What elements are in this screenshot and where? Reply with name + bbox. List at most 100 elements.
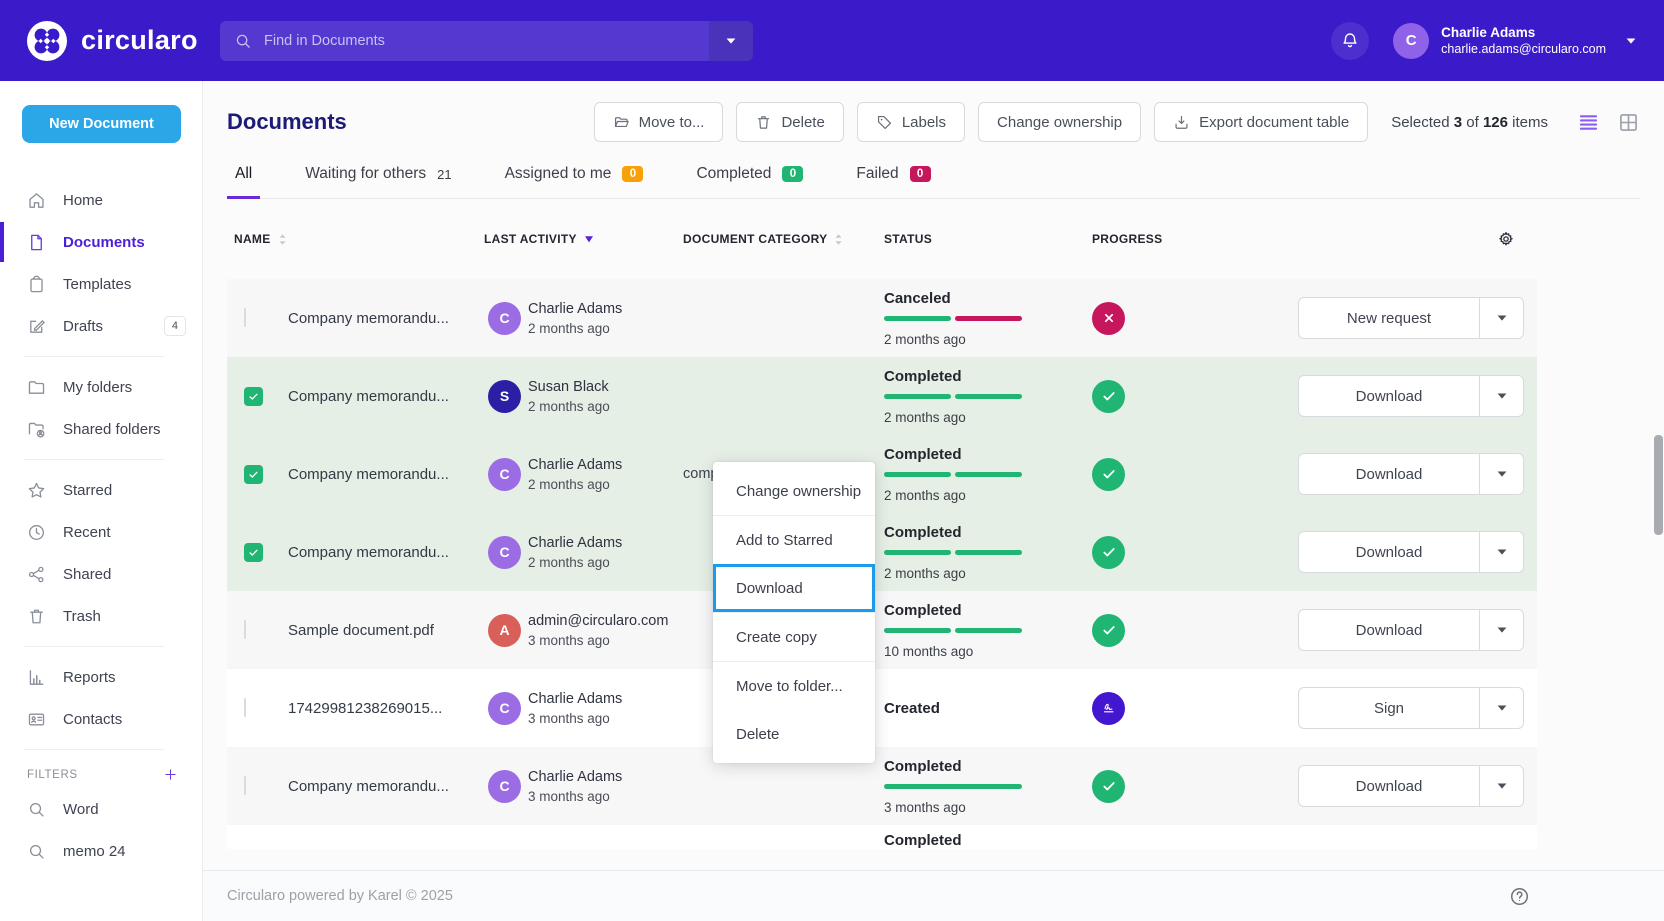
sidebar-item-trash[interactable]: Trash xyxy=(0,595,202,637)
sidebar-item-reports[interactable]: Reports xyxy=(0,656,202,698)
vertical-scrollbar[interactable] xyxy=(1654,435,1663,535)
sidebar-item-starred[interactable]: Starred xyxy=(0,469,202,511)
global-search[interactable] xyxy=(220,21,753,61)
menu-item-move-to-folder[interactable]: Move to folder... xyxy=(713,662,875,710)
column-header-document-category[interactable]: DOCUMENT CATEGORY xyxy=(683,232,884,246)
tab-failed[interactable]: Failed0 xyxy=(848,157,938,198)
sort-icon xyxy=(834,233,843,246)
sidebar-item-templates[interactable]: Templates xyxy=(0,263,202,305)
new-document-button[interactable]: New Document xyxy=(22,105,181,143)
column-header-last-activity[interactable]: LAST ACTIVITY xyxy=(484,232,683,246)
action-label[interactable]: New request xyxy=(1299,298,1480,338)
sidebar-item-recent[interactable]: Recent xyxy=(0,511,202,553)
sidebar-item-shared-folders[interactable]: Shared folders xyxy=(0,408,202,450)
action-label[interactable]: Download xyxy=(1299,376,1480,416)
tab-waiting-for-others[interactable]: Waiting for others21 xyxy=(297,157,459,198)
action-dropdown-caret[interactable] xyxy=(1480,454,1523,494)
row-action-button[interactable]: Download xyxy=(1298,765,1524,807)
grid-view-icon[interactable] xyxy=(1617,111,1640,134)
menu-item-add-to-starred[interactable]: Add to Starred xyxy=(713,516,875,564)
table-row[interactable]: Sample document.pdfAadmin@circularo.com3… xyxy=(227,591,1537,669)
table-row[interactable]: Company memorandu...CCharlie Adams2 mont… xyxy=(227,279,1537,357)
column-label: STATUS xyxy=(884,232,932,246)
owner-name: Charlie Adams xyxy=(528,535,683,551)
row-checkbox[interactable] xyxy=(244,465,263,484)
page-footer: Circularo powered by Karel © 2025 xyxy=(203,870,1664,921)
row-checkbox[interactable] xyxy=(244,776,246,795)
row-action-button[interactable]: Download xyxy=(1298,531,1524,573)
menu-item-download[interactable]: Download xyxy=(713,564,875,612)
action-label[interactable]: Download xyxy=(1299,532,1480,572)
action-dropdown-caret[interactable] xyxy=(1480,376,1523,416)
row-action-button[interactable]: Download xyxy=(1298,375,1524,417)
avatar: C xyxy=(488,770,521,803)
action-cell: Download xyxy=(1298,375,1537,417)
table-row[interactable]: Company memorandu...SSusan Black2 months… xyxy=(227,357,1537,435)
action-label[interactable]: Download xyxy=(1299,454,1480,494)
export-table-button[interactable]: Export document table xyxy=(1154,102,1368,142)
sidebar-filter-memo-24[interactable]: memo 24 xyxy=(0,830,202,872)
change-ownership-button[interactable]: Change ownership xyxy=(978,102,1141,142)
sidebar-item-home[interactable]: Home xyxy=(0,179,202,221)
move-to-button[interactable]: Move to... xyxy=(594,102,724,142)
row-checkbox[interactable] xyxy=(244,308,246,327)
table-row[interactable]: Company memorandu...CCharlie Adams2 mont… xyxy=(227,513,1537,591)
menu-item-change-ownership[interactable]: Change ownership xyxy=(713,467,875,515)
sidebar-filter-word[interactable]: Word xyxy=(0,788,202,830)
done-status-icon xyxy=(1092,458,1125,491)
table-row[interactable]: 17429981238269015...CCharlie Adams3 mont… xyxy=(227,669,1537,747)
menu-item-delete[interactable]: Delete xyxy=(713,710,875,758)
table-row[interactable]: Company memorandu...CCharlie Adams2 mont… xyxy=(227,435,1537,513)
row-checkbox[interactable] xyxy=(244,620,246,639)
row-action-button[interactable]: Download xyxy=(1298,609,1524,651)
row-action-button[interactable]: New request xyxy=(1298,297,1524,339)
menu-item-create-copy[interactable]: Create copy xyxy=(713,613,875,661)
notifications-button[interactable] xyxy=(1331,22,1369,60)
tab-completed[interactable]: Completed0 xyxy=(688,157,811,198)
sidebar-item-contacts[interactable]: Contacts xyxy=(0,698,202,740)
column-settings-gear-icon[interactable] xyxy=(1497,230,1515,248)
row-checkbox[interactable] xyxy=(244,698,246,717)
labels-button[interactable]: Labels xyxy=(857,102,965,142)
row-checkbox[interactable] xyxy=(244,387,263,406)
brand-logo[interactable]: circularo xyxy=(26,20,204,62)
action-dropdown-caret[interactable] xyxy=(1480,688,1523,728)
user-menu[interactable]: C Charlie Adams charlie.adams@circularo.… xyxy=(1393,23,1636,59)
action-dropdown-caret[interactable] xyxy=(1480,532,1523,572)
row-checkbox[interactable] xyxy=(244,543,263,562)
column-header-name[interactable]: NAME xyxy=(234,232,484,246)
tab-assigned-to-me[interactable]: Assigned to me0 xyxy=(497,157,652,198)
sidebar-item-label: Recent xyxy=(63,524,111,541)
table-row[interactable]: Company memorandu...CCharlie Adams3 mont… xyxy=(227,747,1537,825)
sidebar-item-documents[interactable]: Documents xyxy=(0,221,202,263)
sidebar-item-drafts[interactable]: Drafts4 xyxy=(0,305,202,347)
progress-bar xyxy=(884,316,1092,321)
last-activity-cell: admin@circularo.com3 months ago xyxy=(528,613,683,648)
status-label: Canceled xyxy=(884,290,1092,307)
search-scope-dropdown[interactable] xyxy=(709,21,753,61)
action-dropdown-caret[interactable] xyxy=(1480,298,1523,338)
action-dropdown-caret[interactable] xyxy=(1480,766,1523,806)
tab-all[interactable]: All xyxy=(227,157,260,198)
row-action-button[interactable]: Download xyxy=(1298,453,1524,495)
column-label: NAME xyxy=(234,232,271,246)
progress-segment xyxy=(884,628,951,633)
sidebar-item-shared[interactable]: Shared xyxy=(0,553,202,595)
progress-bar xyxy=(884,472,1092,477)
action-label[interactable]: Download xyxy=(1299,610,1480,650)
row-action-button[interactable]: Sign xyxy=(1298,687,1524,729)
action-cell: Sign xyxy=(1298,687,1537,729)
delete-button[interactable]: Delete xyxy=(736,102,843,142)
help-icon[interactable] xyxy=(1509,886,1530,907)
action-dropdown-caret[interactable] xyxy=(1480,610,1523,650)
status-time: 2 months ago xyxy=(884,410,1092,425)
add-filter-button[interactable] xyxy=(163,767,178,782)
avatar: A xyxy=(488,614,521,647)
action-label[interactable]: Download xyxy=(1299,766,1480,806)
progress-segment xyxy=(955,316,1022,321)
filters-header: FILTERS xyxy=(0,759,202,788)
search-input[interactable] xyxy=(262,32,709,50)
list-view-icon[interactable] xyxy=(1577,111,1600,134)
sidebar-item-my-folders[interactable]: My folders xyxy=(0,366,202,408)
action-label[interactable]: Sign xyxy=(1299,688,1480,728)
